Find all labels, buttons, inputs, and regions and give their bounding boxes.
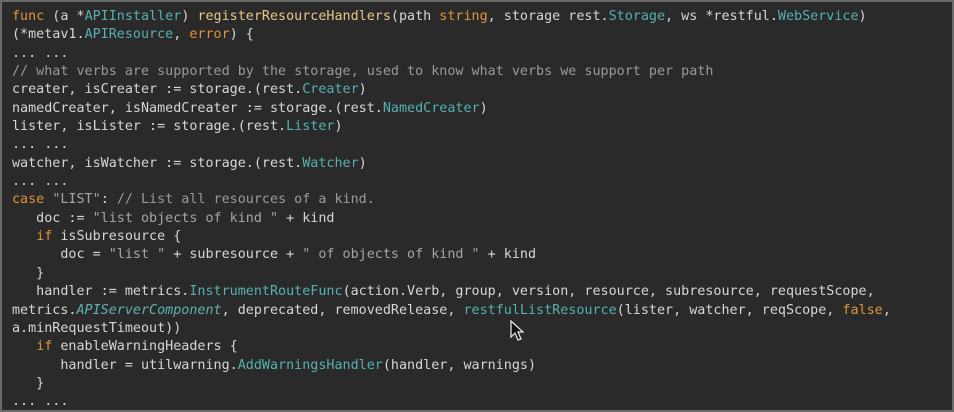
code-token-type: WebService <box>777 9 859 24</box>
code-token-ident: , ws *restful. <box>665 9 778 24</box>
code-token-comment: // what verbs are supported by the stora… <box>12 64 714 80</box>
code-editor: func (a *APIInstaller) registerResourceH… <box>12 8 948 412</box>
code-token-type: AddWarningsHandler <box>237 357 383 373</box>
code-line: handler = utilwarning.AddWarningsHandler… <box>12 357 948 375</box>
code-token-ident: doc = <box>12 247 109 263</box>
code-token-ident: ) <box>858 9 867 24</box>
code-line: if enableWarningHeaders { <box>12 338 948 356</box>
code-token-ident: ) { <box>229 27 254 43</box>
code-line: doc := "list objects of kind " + kind <box>12 210 948 228</box>
code-token-ident: ) <box>358 82 367 98</box>
code-line: ... ... <box>12 393 948 411</box>
code-line: doc = "list " + subresource + " of objec… <box>12 246 948 264</box>
code-token-keyword: string <box>439 9 488 24</box>
code-token-ident: handler := metrics. <box>12 284 190 300</box>
code-token-ident: , storage rest. <box>487 9 609 24</box>
code-token-ident: (action.Verb, group, version, resource, … <box>342 284 875 300</box>
mouse-pointer-icon <box>510 320 524 341</box>
code-line: ... ... <box>12 45 948 63</box>
code-token-string: "LIST" <box>52 192 101 208</box>
code-token-ident: } <box>12 375 45 391</box>
code-token-ident: creater, isCreater := storage.(rest. <box>12 82 303 98</box>
code-token-ident: watcher, isWatcher := storage.(rest. <box>12 155 303 171</box>
code-token-ident: , <box>173 27 190 43</box>
code-token-ident: , deprecated, removedRelease, <box>221 302 464 318</box>
code-token-keyword: error <box>189 27 230 43</box>
code-line: metrics.APIServerComponent, deprecated, … <box>12 302 948 320</box>
code-line: case "LIST": // List all resources of a … <box>12 191 948 209</box>
code-line: handler := metrics.InstrumentRouteFunc(a… <box>12 283 948 301</box>
code-line: ... ... <box>12 136 948 154</box>
code-token-func: registerResourceHandlers <box>197 9 391 24</box>
code-token-ident: lister, isLister := storage.(rest. <box>12 119 287 135</box>
code-token-string: "list objects of kind " <box>92 210 279 226</box>
code-token-ident: enableWarningHeaders { <box>52 339 238 355</box>
code-line: (*metav1.APIResource, error) { <box>12 26 948 44</box>
code-token-type: Creater <box>302 82 359 98</box>
code-token-type: Lister <box>286 119 335 135</box>
code-token-string: "list " <box>108 247 166 263</box>
code-token-type: Storage <box>608 9 666 24</box>
code-token-ident: handler = utilwarning. <box>12 357 238 373</box>
code-token-ident: ... ... <box>12 137 69 153</box>
code-line: lister, isLister := storage.(rest.Lister… <box>12 118 948 136</box>
code-token-ident: ... ... <box>12 174 69 190</box>
code-token-keyword: case <box>12 192 45 208</box>
code-token-ident: } <box>12 265 45 281</box>
code-token-keyword: func <box>12 9 45 24</box>
code-token-ident: + subresource + <box>165 247 303 263</box>
code-line: if isSubresource { <box>12 228 948 246</box>
code-token-italic: APIServerComponent <box>76 302 222 318</box>
code-token-ident: metrics. <box>12 302 77 318</box>
code-token-ident: a.minRequestTimeout)) <box>12 320 182 336</box>
code-line: } <box>12 265 948 283</box>
code-line: a.minRequestTimeout)) <box>12 320 948 338</box>
code-screenshot-frame: func (a *APIInstaller) registerResourceH… <box>0 0 954 412</box>
code-token-type: APIResource <box>84 27 174 43</box>
code-token-comment: // List all resources of a kind. <box>116 192 375 208</box>
code-token-ident: (lister, watcher, reqScope, <box>616 302 843 318</box>
code-token-ident: (handler, warnings) <box>382 357 537 373</box>
code-token-ident: ) <box>181 9 198 24</box>
code-line: // what verbs are supported by the stora… <box>12 63 948 81</box>
code-token-ident: ) <box>358 155 367 171</box>
code-token-ident: (a * <box>44 9 85 24</box>
code-token-type: InstrumentRouteFunc <box>189 284 343 300</box>
code-token-ident: , <box>882 302 891 318</box>
code-token-type: APIInstaller <box>84 9 182 24</box>
code-token-ident <box>12 229 36 244</box>
code-token-string: " of objects of kind " <box>302 247 480 263</box>
code-line: creater, isCreater := storage.(rest.Crea… <box>12 81 948 99</box>
code-line: namedCreater, isNamedCreater := storage.… <box>12 100 948 118</box>
code-line: func (a *APIInstaller) registerResourceH… <box>12 8 948 26</box>
code-token-ident: ... ... <box>12 394 69 410</box>
code-token-ident: (path <box>390 9 440 24</box>
code-token-keyword: if <box>36 229 53 245</box>
code-line: ... ... <box>12 173 948 191</box>
code-token-ident: + kind <box>278 210 335 226</box>
code-token-type: NamedCreater <box>382 100 480 116</box>
code-token-keyword: false <box>842 302 883 318</box>
code-token-ident <box>12 339 36 354</box>
code-token-ident: ... ... <box>12 45 69 61</box>
code-token-ident: ) <box>479 100 488 116</box>
code-line: } <box>12 375 948 393</box>
code-token-ident: isSubresource { <box>52 229 182 245</box>
code-token-ident: (*metav1. <box>12 27 85 43</box>
code-token-ident: doc := <box>12 210 93 226</box>
code-token-ident: + kind <box>479 247 537 263</box>
code-token-ident: ) <box>334 119 343 135</box>
code-token-ident: namedCreater, isNamedCreater := storage.… <box>12 100 383 116</box>
code-token-type: Watcher <box>302 155 359 171</box>
code-line: watcher, isWatcher := storage.(rest.Watc… <box>12 155 948 173</box>
code-token-type: restfulListResource <box>463 302 617 318</box>
code-token-keyword: if <box>36 339 53 355</box>
code-token-ident: : <box>100 192 117 208</box>
